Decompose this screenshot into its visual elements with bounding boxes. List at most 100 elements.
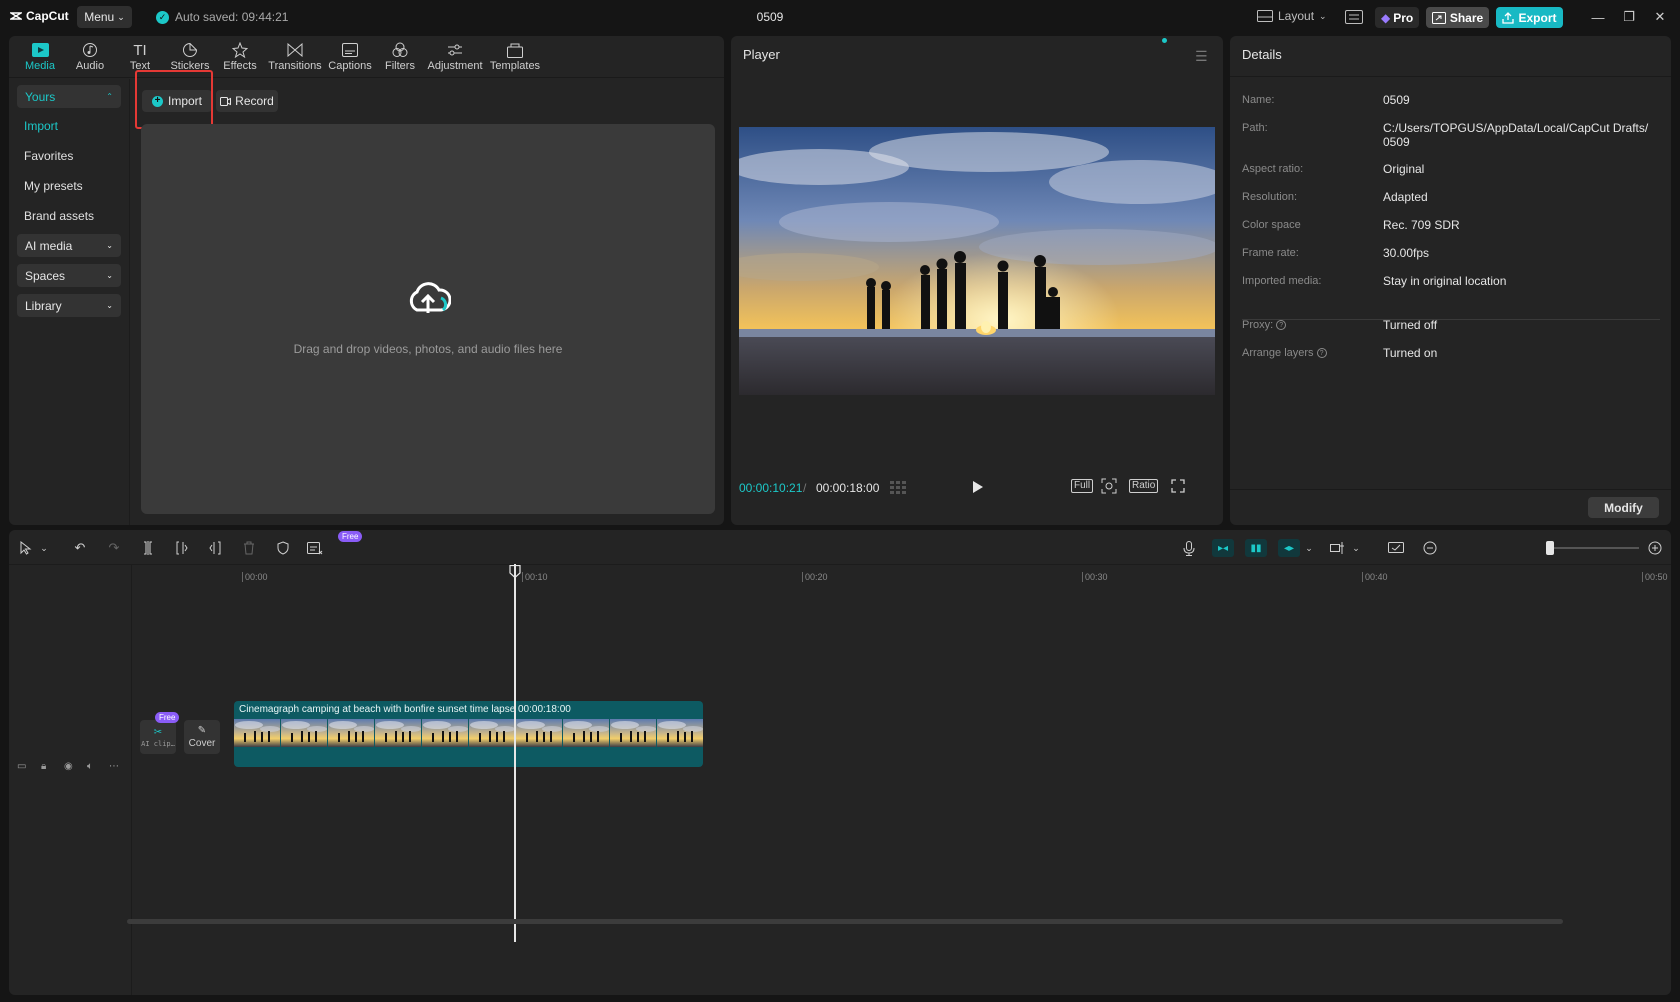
detail-value-imported-media: Stay in original location xyxy=(1383,274,1663,288)
split-left-icon[interactable] xyxy=(173,539,191,557)
tab-filters[interactable]: Filters xyxy=(375,36,425,78)
tab-label: Audio xyxy=(76,60,104,72)
details-title: Details xyxy=(1242,47,1282,62)
preview-axis-icon[interactable] xyxy=(1329,539,1347,557)
close-icon[interactable]: ✕ xyxy=(1652,9,1668,25)
tab-effects[interactable]: Effects xyxy=(215,36,265,78)
detail-label: Proxy: xyxy=(1242,319,1273,331)
help-icon[interactable]: ? xyxy=(1276,320,1286,330)
menu-button[interactable]: Menu ⌄ xyxy=(77,6,132,28)
tab-templates[interactable]: Templates xyxy=(485,36,545,78)
microphone-icon[interactable] xyxy=(1180,539,1198,557)
scissors-sparkle-icon: ✂ xyxy=(154,727,162,738)
play-icon[interactable] xyxy=(972,480,984,497)
tab-media[interactable]: Media xyxy=(15,36,65,78)
timeline-ruler[interactable]: 00:00 00:10 00:20 00:30 00:40 00:50 xyxy=(133,565,1671,587)
sidebar-yours[interactable]: Yours ⌃ xyxy=(17,85,121,108)
speaker-icon[interactable]: 🔈︎ xyxy=(87,761,93,772)
detail-label: Arrange layers xyxy=(1242,347,1314,359)
minimize-icon[interactable]: — xyxy=(1590,9,1606,25)
ai-clip-label: AI clip… xyxy=(141,740,175,748)
chevron-down-icon: ⌄ xyxy=(106,301,113,310)
fullscreen-icon[interactable] xyxy=(1171,479,1185,496)
export-button[interactable]: Export xyxy=(1496,7,1563,28)
pro-button[interactable]: ◆ Pro xyxy=(1375,7,1419,28)
notification-dot xyxy=(1162,38,1167,43)
chevron-down-icon[interactable]: ⌄ xyxy=(35,539,53,557)
divider xyxy=(1230,489,1671,490)
split-icon[interactable] xyxy=(139,539,157,557)
linkage-icon[interactable]: ◂▸ xyxy=(1278,539,1300,557)
zoom-slider-track[interactable] xyxy=(1549,547,1639,549)
detail-value-aspect-ratio: Original xyxy=(1383,162,1663,176)
tab-audio[interactable]: Audio xyxy=(65,36,115,78)
stickers-icon xyxy=(181,42,199,58)
help-icon[interactable]: ? xyxy=(1317,348,1327,358)
zoom-out-icon[interactable] xyxy=(1421,539,1439,557)
zoom-in-icon[interactable] xyxy=(1646,539,1664,557)
record-button[interactable]: Record xyxy=(216,90,278,112)
check-circle-icon: ✓ xyxy=(156,11,169,24)
chevron-down-icon[interactable]: ⌄ xyxy=(1300,539,1318,557)
upload-cloud-icon xyxy=(405,280,451,316)
free-badge: Free xyxy=(155,712,179,723)
video-clip[interactable]: Cinemagraph camping at beach with bonfir… xyxy=(234,701,703,767)
menu-label: Menu xyxy=(84,10,114,24)
hamburger-menu-icon[interactable]: ☰ xyxy=(1195,48,1208,65)
split-right-icon[interactable] xyxy=(206,539,224,557)
sidebar-item-import[interactable]: Import xyxy=(24,119,58,133)
templates-icon xyxy=(506,42,524,58)
tab-label: Effects xyxy=(223,60,256,72)
horizontal-scrollbar[interactable] xyxy=(127,919,1563,924)
video-preview[interactable] xyxy=(739,127,1215,395)
zoom-slider-thumb[interactable] xyxy=(1546,541,1554,555)
full-button[interactable]: Full xyxy=(1071,479,1093,493)
tab-transitions[interactable]: Transitions xyxy=(265,36,325,78)
main-track-magnet-icon[interactable]: ▸◂ xyxy=(1212,539,1234,557)
sidebar-ai-media[interactable]: AI media ⌄ xyxy=(17,234,121,257)
zoom-fit-icon[interactable] xyxy=(1101,478,1117,497)
modify-button[interactable]: Modify xyxy=(1588,497,1659,518)
track-header: ▭ 🔒︎ ◉ 🔈︎ ⋯ xyxy=(9,565,132,995)
detail-value-frame-rate: 30.00fps xyxy=(1383,246,1663,260)
eye-icon[interactable]: ◉ xyxy=(64,761,73,772)
select-cursor-icon[interactable] xyxy=(17,539,35,557)
undo-icon[interactable]: ↶ xyxy=(71,539,89,557)
diamond-icon: ◆ xyxy=(1381,11,1390,25)
cover-button[interactable]: ✎ Cover xyxy=(184,720,220,754)
sidebar-library[interactable]: Library ⌄ xyxy=(17,294,121,317)
auto-snap-icon[interactable]: ▮▮ xyxy=(1245,539,1267,557)
shield-icon[interactable] xyxy=(274,539,292,557)
detail-label: Color space xyxy=(1242,219,1301,231)
playhead[interactable] xyxy=(514,564,516,942)
media-dropzone[interactable]: Drag and drop videos, photos, and audio … xyxy=(141,124,715,514)
chevron-down-icon: ⌄ xyxy=(106,241,113,250)
sidebar-spaces-label: Spaces xyxy=(25,269,65,283)
chevron-down-icon[interactable]: ⌄ xyxy=(1347,539,1365,557)
auto-captions-icon[interactable] xyxy=(306,539,324,557)
track-cover-toggle-icon[interactable]: ▭ xyxy=(17,761,26,772)
grid-view-icon[interactable] xyxy=(890,481,910,498)
total-timecode: 00:00:18:00 xyxy=(816,481,879,495)
thumbnail-preview-icon[interactable] xyxy=(1387,539,1405,557)
share-button[interactable]: Share xyxy=(1426,7,1489,28)
layout-button[interactable]: Layout ⌄ xyxy=(1257,9,1327,23)
restore-icon[interactable]: ❐ xyxy=(1621,9,1637,25)
ratio-button[interactable]: Ratio xyxy=(1129,479,1158,493)
adjustment-icon xyxy=(446,42,464,58)
tab-adjustment[interactable]: Adjustment xyxy=(425,36,485,78)
ai-clip-button[interactable]: ✂ AI clip… xyxy=(140,720,176,754)
current-timecode: 00:00:10:21 xyxy=(739,481,802,495)
more-icon[interactable]: ⋯ xyxy=(109,761,119,772)
captions-icon xyxy=(341,42,359,58)
sidebar-spaces[interactable]: Spaces ⌄ xyxy=(17,264,121,287)
keyboard-shortcuts-icon[interactable] xyxy=(1345,10,1363,27)
sidebar-item-brand-assets[interactable]: Brand assets xyxy=(24,209,94,223)
text-icon: TI xyxy=(131,42,149,58)
tab-captions[interactable]: Captions xyxy=(325,36,375,78)
sidebar-item-my-presets[interactable]: My presets xyxy=(24,179,83,193)
lock-icon[interactable]: 🔒︎ xyxy=(41,761,46,772)
delete-icon[interactable] xyxy=(240,539,258,557)
sidebar-item-favorites[interactable]: Favorites xyxy=(24,149,73,163)
redo-icon[interactable]: ↷ xyxy=(105,539,123,557)
